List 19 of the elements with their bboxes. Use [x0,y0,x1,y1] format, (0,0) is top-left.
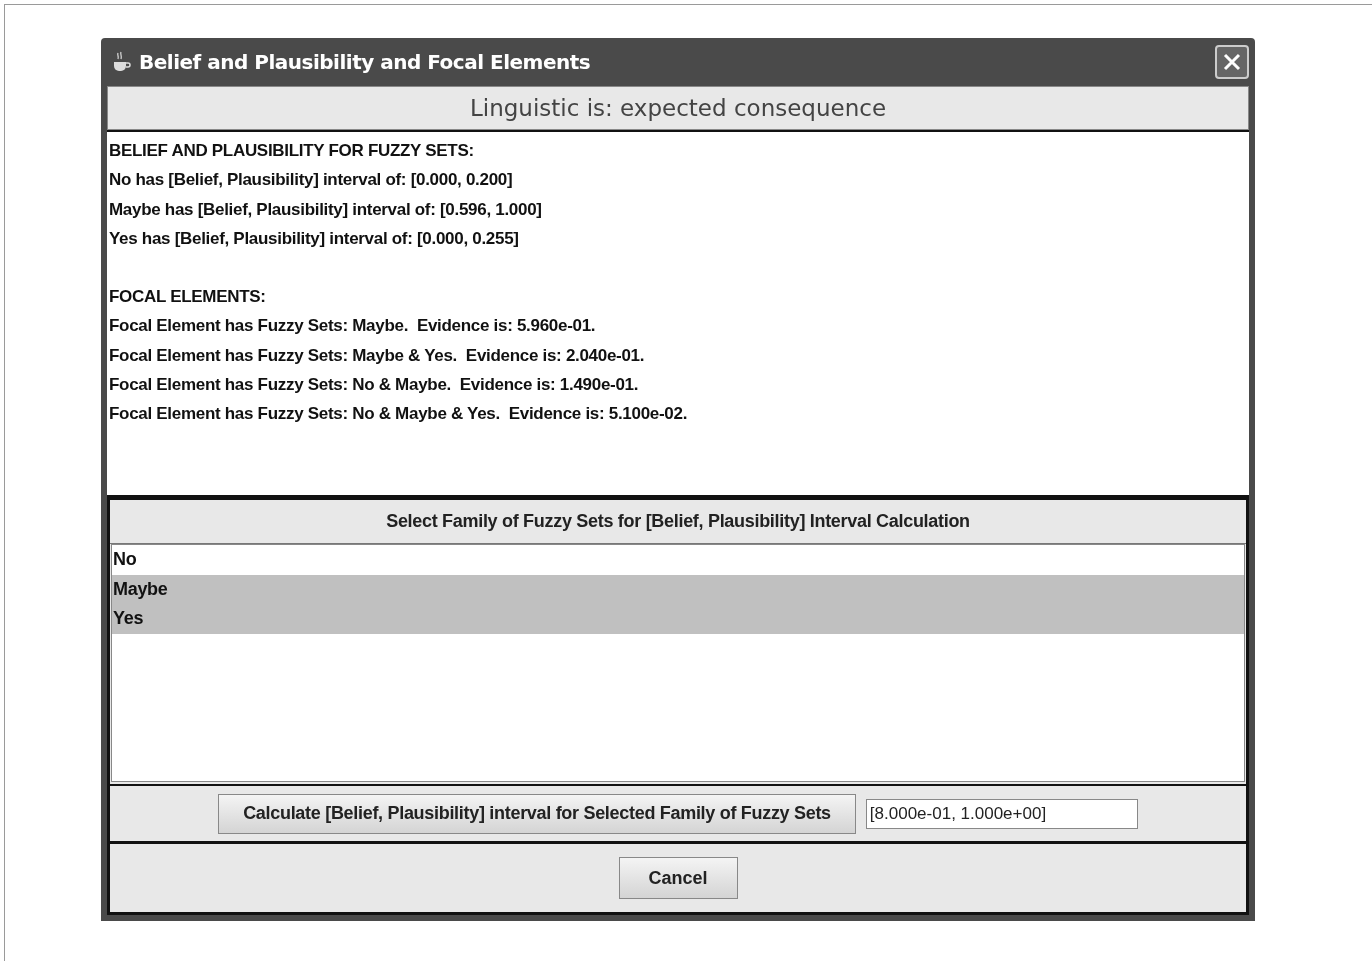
close-button[interactable] [1215,45,1249,79]
result-line: Maybe has [Belief, Plausibility] interval of: [0.596, 1.000] [109,198,543,221]
fuzzy-set-list[interactable]: No Maybe Yes [111,544,1245,782]
window-title: Belief and Plausibility and Focal Elements [139,49,591,76]
result-line: Focal Element has Fuzzy Sets: No & Maybe & Yes. Evidence is: 5.100e-02. [109,403,689,426]
calculate-button[interactable]: Calculate [Belief, Plausibility] interval for Selected Family of Fuzzy Sets [218,793,856,834]
result-line: No has [Belief, Plausibility] interval of: [0.000, 0.200] [109,169,514,192]
close-icon [1222,52,1242,72]
result-line: Focal Element has Fuzzy Sets: Maybe & Yes. Evidence is: 2.040e-01. [109,344,646,367]
result-line: Focal Element has Fuzzy Sets: Maybe. Evidence is: 5.960e-01. [109,315,597,338]
list-item[interactable]: Yes [112,604,1244,634]
result-line: Yes has [Belief, Plausibility] interval of: [0.000, 0.255] [109,227,520,250]
section-heading: FOCAL ELEMENTS: [109,286,267,309]
cancel-button[interactable]: Cancel [618,857,738,899]
result-line: Focal Element has Fuzzy Sets: No & Maybe. Evidence is: 1.490e-01. [109,374,640,397]
result-field[interactable]: [8.000e-01, 1.000e+00] [865,798,1138,829]
linguistic-header: Linguistic is: expected consequence [107,86,1249,130]
list-item[interactable]: Maybe [112,574,1244,604]
section-heading: BELIEF AND PLAUSIBILITY FOR FUZZY SETS: [109,140,475,162]
